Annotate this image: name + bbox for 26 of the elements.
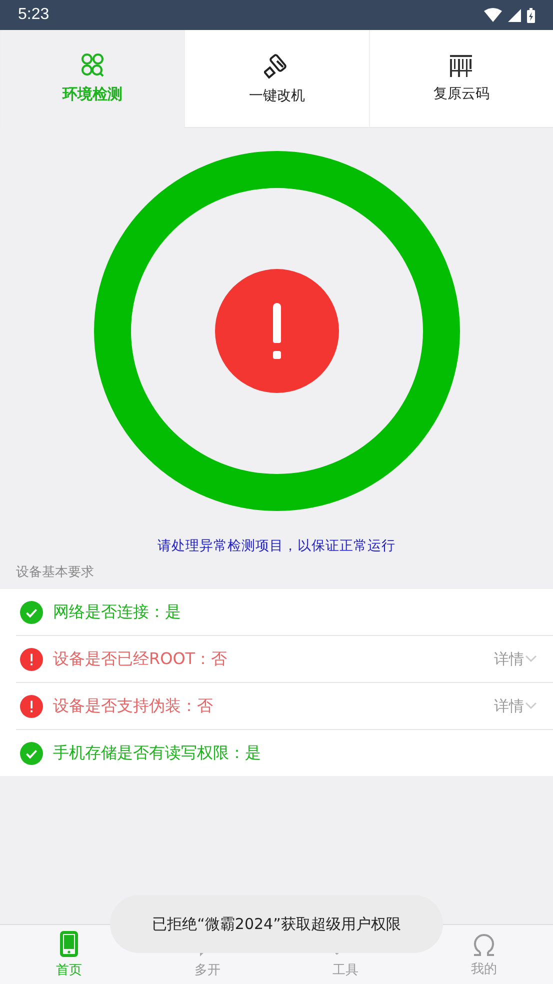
status-time: 5:23 xyxy=(18,6,50,24)
check-label: 设备是否支持伪装：否 xyxy=(53,696,214,716)
tab[interactable]: 复原云码 xyxy=(368,30,553,128)
error-icon xyxy=(20,648,43,670)
status-message: 请处理异常检测项目，以保证正常运行 xyxy=(158,537,396,555)
check-icon xyxy=(20,600,43,624)
error-icon xyxy=(20,694,43,718)
detect-icon xyxy=(80,53,105,77)
phone-icon xyxy=(60,930,78,956)
check-label: 网络是否连接：是 xyxy=(53,602,182,622)
battery-icon xyxy=(527,8,535,22)
chevron-down-icon xyxy=(525,702,537,710)
details-link[interactable]: 详情 xyxy=(494,696,537,716)
signal-icon xyxy=(508,8,521,22)
barcode-icon xyxy=(449,54,474,76)
details-link[interactable]: 详情 xyxy=(494,650,537,668)
chevron-down-icon xyxy=(525,655,537,663)
check-icon xyxy=(20,742,43,764)
tab[interactable]: 环境检测 xyxy=(0,30,184,128)
check-label: 手机存储是否有读写权限：是 xyxy=(53,742,262,764)
check-label: 设备是否已经ROOT：否 xyxy=(53,648,228,670)
user-icon xyxy=(472,932,496,956)
permission-toast: 已拒绝“微霸2024”获取超级用户权限 xyxy=(110,895,443,953)
tab[interactable]: 一键改机 xyxy=(184,30,369,128)
wifi-icon xyxy=(484,8,502,22)
section-title: 设备基本要求 xyxy=(15,564,95,582)
